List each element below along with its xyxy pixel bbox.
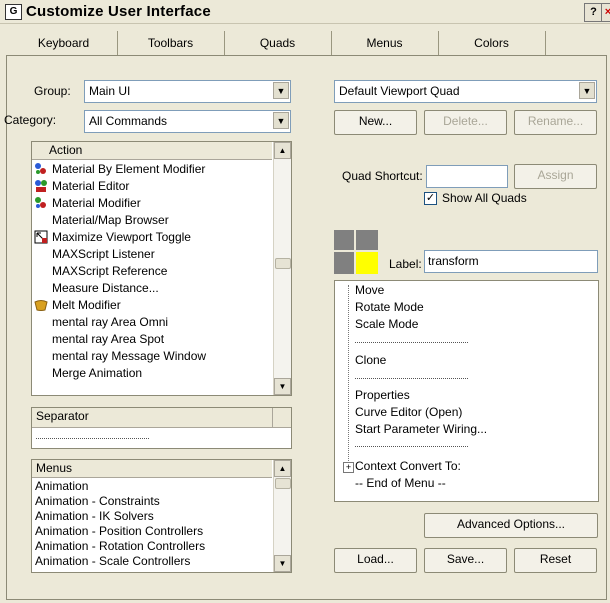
action-list-scrollbar[interactable]: ▲ ▼: [273, 142, 291, 395]
list-item[interactable]: Animation - IK Solvers: [35, 508, 154, 524]
quad-top-right[interactable]: [356, 230, 378, 251]
tab-toolbars[interactable]: Toolbars: [117, 31, 225, 55]
label-input[interactable]: transform: [424, 250, 598, 273]
quad-shortcut-label: Quad Shortcut:: [342, 169, 423, 183]
melt-modifier-icon: [34, 300, 48, 311]
tree-item[interactable]: Rotate Mode: [355, 299, 424, 316]
quad-bottom-right-selected[interactable]: [356, 252, 378, 274]
chevron-down-icon[interactable]: ▼: [579, 82, 595, 99]
separator-item[interactable]: [36, 438, 149, 439]
list-item[interactable]: Animation - Constraints: [35, 493, 160, 509]
tree-item[interactable]: Curve Editor (Open): [355, 404, 462, 421]
advanced-options-button[interactable]: Advanced Options...: [424, 513, 598, 538]
chevron-down-icon[interactable]: ▼: [273, 112, 289, 129]
tree-item[interactable]: Properties: [355, 387, 410, 404]
tree-item[interactable]: Scale Mode: [355, 316, 418, 333]
material-modifier-icon: [35, 197, 46, 208]
tab-menus[interactable]: Menus: [331, 31, 439, 55]
quad-shortcut-input[interactable]: [426, 165, 508, 188]
category-combo[interactable]: All Commands ▼: [84, 110, 291, 133]
tree-separator[interactable]: [355, 342, 468, 343]
quad-top-left[interactable]: [334, 230, 355, 251]
quad-bottom-left[interactable]: [334, 252, 355, 274]
quad-menu-tree[interactable]: Move Rotate Mode Scale Mode Clone Proper…: [334, 280, 599, 502]
app-icon: G: [5, 4, 22, 20]
reset-button[interactable]: Reset: [514, 548, 597, 573]
list-item[interactable]: Animation - Scale Controllers: [35, 553, 190, 569]
category-value: All Commands: [89, 114, 168, 128]
tree-item-submenu[interactable]: Context Convert To:: [355, 458, 461, 475]
material-modifier-icon: [35, 163, 46, 174]
tree-item[interactable]: Move: [355, 282, 384, 299]
tab-quads[interactable]: Quads: [224, 31, 332, 55]
tab-colors[interactable]: Colors: [438, 31, 546, 55]
chevron-down-icon[interactable]: ▼: [274, 555, 291, 572]
scroll-thumb[interactable]: [275, 258, 291, 269]
assign-button[interactable]: Assign: [514, 164, 597, 189]
group-combo[interactable]: Main UI ▼: [84, 80, 291, 103]
chevron-up-icon[interactable]: ▲: [274, 142, 291, 159]
action-list[interactable]: Action Material By Element Modifier Mate…: [31, 141, 292, 396]
show-all-quads-checkbox[interactable]: ✓: [424, 192, 437, 205]
material-editor-icon: [35, 180, 47, 192]
expand-plus-icon[interactable]: +: [343, 462, 354, 473]
list-item[interactable]: Animation - Position Controllers: [35, 523, 203, 539]
close-button[interactable]: ×: [601, 3, 610, 22]
tab-keyboard[interactable]: Keyboard: [10, 31, 118, 55]
label-label: Label:: [389, 257, 422, 271]
list-item[interactable]: Animation - Rotation Controllers: [35, 538, 205, 554]
chevron-down-icon[interactable]: ▼: [274, 378, 291, 395]
quad-set-combo[interactable]: Default Viewport Quad ▼: [334, 80, 597, 103]
tree-separator[interactable]: [355, 378, 468, 379]
quad-set-value: Default Viewport Quad: [339, 84, 460, 98]
menus-list-scrollbar[interactable]: ▲ ▼: [273, 460, 291, 572]
tree-item[interactable]: Start Parameter Wiring...: [355, 421, 487, 438]
new-button[interactable]: New...: [334, 110, 417, 135]
separator-header-cap: [272, 408, 291, 428]
chevron-down-icon[interactable]: ▼: [273, 82, 289, 99]
show-all-quads-label: Show All Quads: [442, 191, 527, 205]
tree-line: [348, 285, 349, 473]
window-title: Customize User Interface: [26, 3, 211, 20]
tree-item[interactable]: Clone: [355, 352, 386, 369]
list-item[interactable]: Animation: [35, 478, 88, 494]
load-button[interactable]: Load...: [334, 548, 417, 573]
title-bar: G Customize User Interface ? ×: [0, 0, 610, 24]
category-label: Category:: [4, 113, 57, 127]
separator-header[interactable]: Separator: [32, 408, 272, 428]
quad-selector[interactable]: [334, 230, 378, 274]
maximize-viewport-icon: [34, 230, 48, 244]
rename-button[interactable]: Rename...: [514, 110, 597, 135]
tree-item[interactable]: -- End of Menu --: [355, 475, 446, 492]
tree-separator[interactable]: [355, 446, 468, 447]
save-button[interactable]: Save...: [424, 548, 507, 573]
tab-bar: Keyboard Toolbars Quads Menus Colors: [10, 31, 606, 55]
delete-button[interactable]: Delete...: [424, 110, 507, 135]
chevron-up-icon[interactable]: ▲: [274, 460, 291, 477]
action-list-header[interactable]: Action: [32, 142, 272, 160]
separator-list[interactable]: Separator: [31, 407, 292, 449]
group-value: Main UI: [89, 84, 131, 98]
group-label: Group:: [34, 84, 71, 98]
menus-list-header[interactable]: Menus: [32, 460, 272, 478]
scroll-thumb[interactable]: [275, 478, 291, 489]
menus-list[interactable]: Menus Animation Animation - Constraints …: [31, 459, 292, 573]
